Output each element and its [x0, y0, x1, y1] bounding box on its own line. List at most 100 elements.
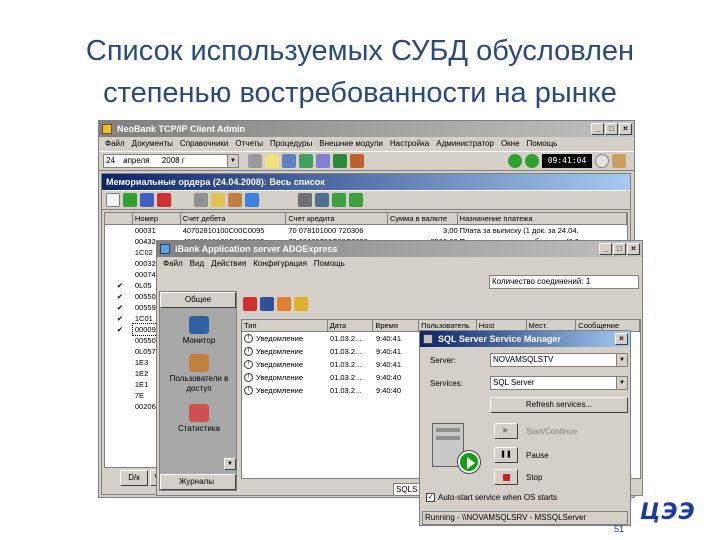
nav-monitor[interactable]: Монитор — [164, 316, 234, 345]
clear-icon[interactable] — [277, 297, 291, 311]
cell-date: 01.03.2... — [330, 334, 362, 343]
stop-button[interactable] — [494, 469, 518, 485]
refresh-icon[interactable] — [245, 193, 259, 207]
cell-check — [105, 225, 133, 236]
pause-button[interactable]: ❚❚ — [494, 447, 518, 463]
menu-settings[interactable]: Настройка — [390, 137, 429, 151]
cell-type-text: Уведомление — [256, 386, 304, 395]
menu-file[interactable]: Файл — [105, 137, 125, 151]
autostart-checkbox-row[interactable]: ✓ Auto-start service when OS starts — [426, 493, 557, 502]
document-icon[interactable] — [265, 154, 279, 168]
back-arrow-icon[interactable] — [508, 154, 522, 168]
printer-icon[interactable] — [248, 154, 262, 168]
menu-references[interactable]: Справочники — [180, 137, 228, 151]
col-sum[interactable]: Сумма в валюте — [387, 213, 458, 225]
excel-icon[interactable] — [333, 154, 347, 168]
cell-time: 9:40:41 — [376, 347, 402, 356]
nav-scroll-down-button[interactable]: ▼ — [224, 458, 236, 470]
print-icon[interactable] — [194, 193, 208, 207]
autostart-label: Auto-start service when OS starts — [438, 493, 558, 502]
sql-service-manager-window[interactable]: SQL Server Service Manager × Server: NOV… — [419, 330, 631, 526]
menu-file[interactable]: Файл — [163, 257, 183, 271]
menu-external-modules[interactable]: Внешние модули — [319, 137, 383, 151]
col-credit[interactable]: Счет кредита — [286, 213, 388, 225]
col-type[interactable]: Тип — [242, 320, 328, 332]
sort-icon[interactable] — [298, 193, 312, 207]
filter-icon[interactable] — [228, 193, 242, 207]
cell-type: ! Уведомление — [242, 332, 328, 345]
refresh-services-button[interactable]: Refresh services... — [490, 397, 628, 413]
menu-reports[interactable]: Отчеты — [235, 137, 263, 151]
col-debit[interactable]: Счет дебета — [180, 213, 287, 225]
menu-configuration[interactable]: Конфигурация — [253, 257, 307, 271]
exit-icon[interactable] — [612, 154, 626, 168]
minimize-button[interactable]: _ — [591, 123, 604, 135]
menu-help[interactable]: Помощь — [527, 137, 558, 151]
close-button[interactable]: × — [619, 123, 632, 135]
server-select[interactable]: NOVAMSQLSTV ▼ — [490, 353, 628, 367]
edit-icon[interactable] — [140, 193, 154, 207]
col-purpose[interactable]: Назначение платежа — [457, 213, 627, 225]
cell-type: ! Уведомление — [242, 358, 328, 371]
save-icon[interactable] — [260, 297, 274, 311]
start-continue-button[interactable]: ▶ — [494, 423, 518, 439]
cell-check — [105, 390, 133, 401]
services-select[interactable]: SQL Server ▼ — [490, 376, 628, 390]
users-icon — [189, 354, 209, 372]
nav-users[interactable]: Пользователи в доступ — [164, 354, 234, 394]
stop-icon[interactable] — [243, 297, 257, 311]
columns-icon[interactable] — [315, 193, 329, 207]
calendar-icon[interactable] — [282, 154, 296, 168]
cell-time: 9:40:40 — [376, 386, 402, 395]
cell-time: 9:40:40 — [376, 373, 402, 382]
menu-view[interactable]: Вид — [190, 257, 204, 271]
tab-dk[interactable]: D/к — [120, 470, 148, 486]
bank-icon[interactable] — [350, 154, 364, 168]
info-icon: ! — [244, 334, 253, 343]
menu-admin[interactable]: Администратор — [436, 137, 494, 151]
orders-subwindow-titlebar[interactable]: Мемориальные ордера (24.04.2008): Весь с… — [102, 174, 630, 190]
minimize-button[interactable]: _ — [599, 243, 612, 255]
ibank-window-titlebar[interactable]: iBank Application server ADOExpress _ □ … — [157, 241, 642, 257]
cell-check — [105, 258, 133, 269]
sql-window-titlebar[interactable]: SQL Server Service Manager × — [420, 331, 630, 347]
cell-type-text: Уведомление — [256, 347, 304, 356]
monitor-icon — [189, 316, 209, 334]
chart-icon[interactable] — [299, 154, 313, 168]
autostart-checkbox[interactable]: ✓ — [426, 493, 435, 502]
table-row[interactable]: 00031 40702810100C00C0095 70 078101000 720… — [105, 225, 627, 236]
maximize-button[interactable]: □ — [613, 243, 626, 255]
forward-arrow-icon[interactable] — [525, 154, 539, 168]
nav-statistics[interactable]: Статистика — [164, 404, 234, 433]
close-button[interactable]: × — [627, 243, 640, 255]
arrow-right-icon[interactable] — [123, 193, 137, 207]
nav-general-header[interactable]: Общее — [160, 292, 236, 308]
nav-logs[interactable]: Журналы — [160, 474, 236, 490]
menu-procedures[interactable]: Процедуры — [270, 137, 312, 151]
bank-window-titlebar[interactable]: NeoBank TCP/IP Client Admin _ □ × — [99, 121, 634, 137]
new-document-icon[interactable] — [106, 193, 120, 207]
slide-title: Список используемых СУБД обусловлен степ… — [0, 30, 720, 114]
menu-window[interactable]: Окне — [501, 137, 520, 151]
export-icon[interactable] — [332, 193, 346, 207]
search-icon[interactable] — [211, 193, 225, 207]
import-icon[interactable] — [349, 193, 363, 207]
info-icon: ! — [244, 373, 253, 382]
col-number[interactable]: Номер — [132, 213, 181, 225]
write-icon[interactable] — [316, 154, 330, 168]
delete-icon[interactable] — [157, 193, 171, 207]
cell-check: ✔ — [116, 325, 124, 334]
col-date[interactable]: Дата — [327, 320, 374, 332]
close-button[interactable]: × — [615, 333, 628, 345]
services-value: SQL Server — [493, 378, 535, 387]
orders-grid-header: Номер Счет дебета Счет кредита Сумма в в… — [105, 213, 627, 225]
menu-documents[interactable]: Документы — [132, 137, 173, 151]
date-select[interactable]: 24 апреля 2008 г ▼ — [103, 154, 239, 168]
chevron-down-icon: ▼ — [227, 155, 238, 167]
maximize-button[interactable]: □ — [605, 123, 618, 135]
col-time[interactable]: Время — [373, 320, 420, 332]
sql-server-icon — [423, 334, 433, 344]
export-icon[interactable] — [294, 297, 308, 311]
menu-actions[interactable]: Действия — [211, 257, 246, 271]
menu-help[interactable]: Помощь — [314, 257, 345, 271]
